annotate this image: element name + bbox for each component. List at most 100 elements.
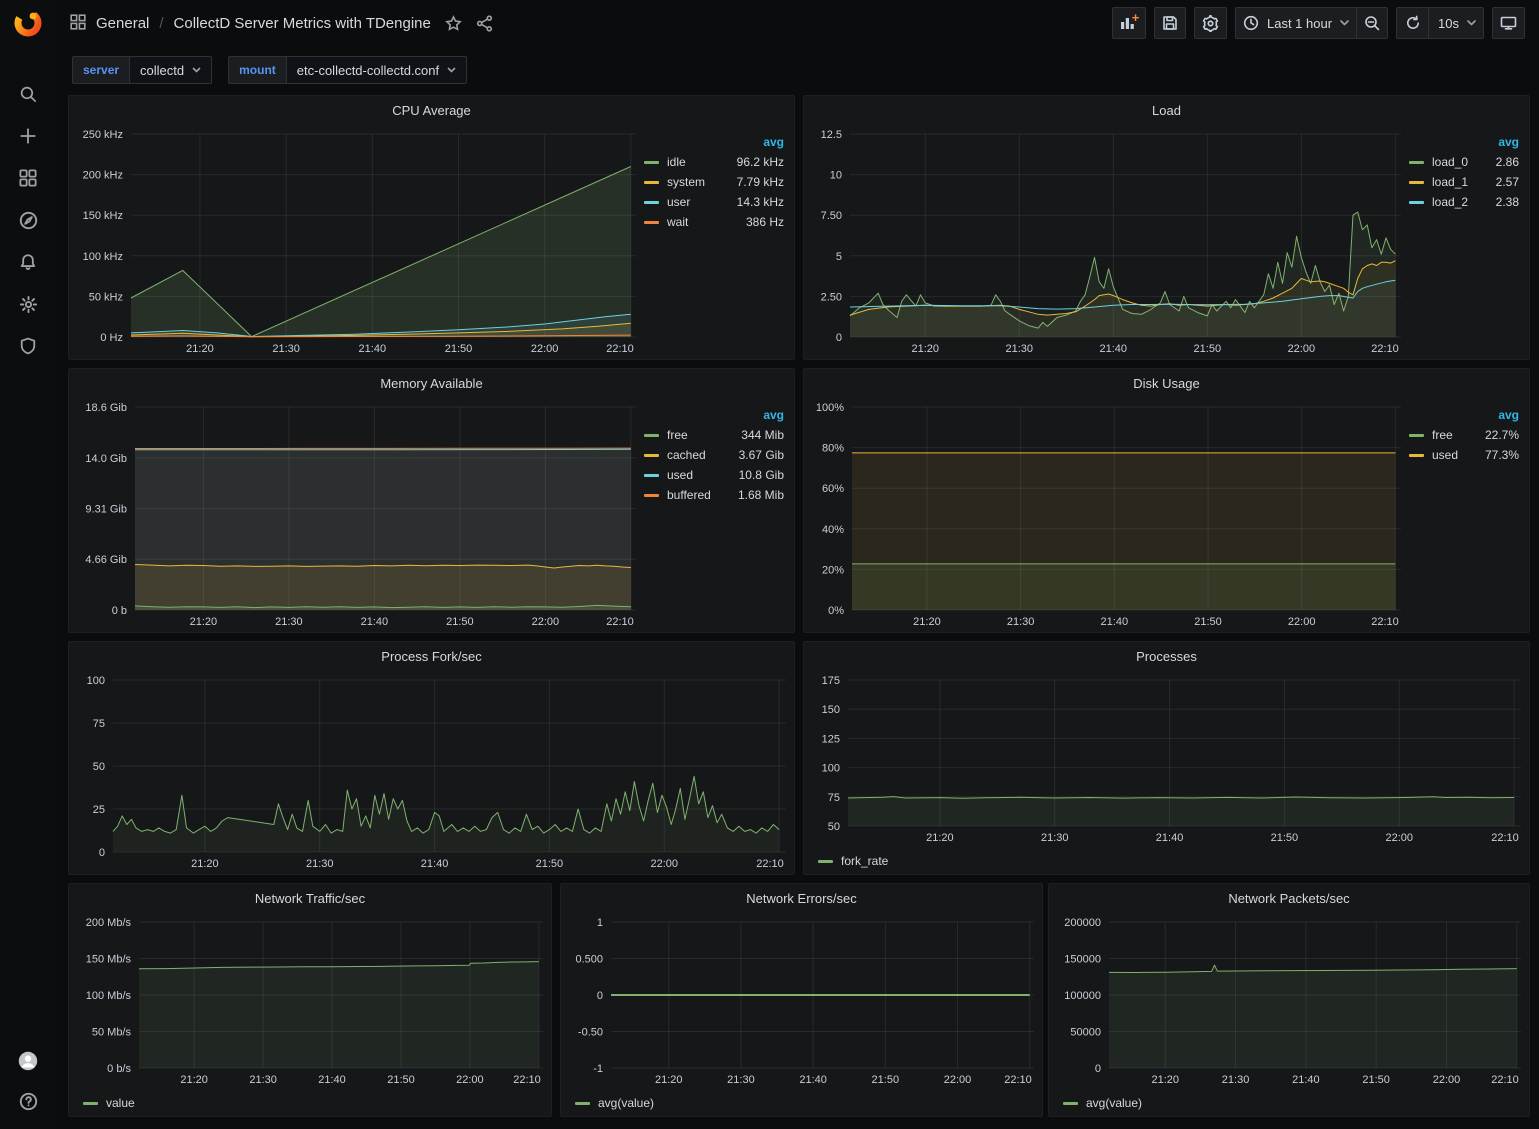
svg-text:0: 0 [836,332,842,344]
time-range-picker[interactable]: Last 1 hour [1235,7,1356,39]
legend-series-fork_rate[interactable]: fork_rate [818,854,888,868]
legend-series-idle[interactable]: idle [644,152,723,172]
panel-title-network-errors[interactable]: Network Errors/sec [561,884,1042,912]
svg-text:21:40: 21:40 [1101,616,1129,628]
time-range-label: Last 1 hour [1267,16,1332,31]
panel-title-memory-available[interactable]: Memory Available [69,369,794,397]
legend-series-user[interactable]: user [644,192,723,212]
search-icon[interactable] [18,84,38,104]
svg-text:22:10: 22:10 [756,858,784,870]
zoom-out-button[interactable] [1356,7,1388,39]
svg-text:21:40: 21:40 [1292,1074,1320,1086]
legend-series-avg(value)[interactable]: avg(value) [1063,1096,1142,1110]
series-color-dash [644,474,659,477]
legend-series-load_0[interactable]: load_0 [1409,152,1488,172]
chart-disk-usage[interactable]: 0%20%40%60%80%100%21:2021:3021:4021:5022… [804,397,1409,632]
chart-memory-available[interactable]: 0 b4.66 Gib9.31 Gib14.0 Gib18.6 Gib21:20… [69,397,644,632]
cycle-view-button[interactable] [1492,7,1525,39]
legend-row: load_02.86 [1409,152,1519,172]
dashboard-grid-icon [70,14,86,33]
svg-text:100: 100 [87,675,105,687]
dashboards-icon[interactable] [18,168,38,188]
chart-cpu-average[interactable]: 0 Hz50 kHz100 kHz150 kHz200 kHz250 kHz21… [69,124,644,359]
refresh-interval-dropdown[interactable]: 10s [1428,7,1484,39]
legend-series-free[interactable]: free [1409,425,1474,445]
svg-text:21:30: 21:30 [306,858,334,870]
chevron-down-icon [447,67,456,73]
legend-series-system[interactable]: system [644,172,723,192]
svg-text:21:30: 21:30 [727,1074,755,1086]
save-dashboard-button[interactable] [1154,7,1186,39]
chevron-down-icon [192,67,201,73]
legend-series-cached[interactable]: cached [644,445,727,465]
legend-series-free[interactable]: free [644,425,727,445]
server-admin-shield-icon[interactable] [18,336,38,356]
svg-text:22:10: 22:10 [513,1074,541,1086]
share-icon[interactable] [476,15,493,32]
svg-text:18.6 Gib: 18.6 Gib [85,402,127,414]
svg-text:21:50: 21:50 [445,343,473,355]
series-color-dash [1409,181,1424,184]
legend-series-used[interactable]: used [644,465,727,485]
breadcrumb-folder[interactable]: General [96,15,149,32]
svg-text:0%: 0% [828,605,844,617]
legend-row: idle96.2 kHz [644,152,784,172]
legend-series-load_1[interactable]: load_1 [1409,172,1488,192]
series-color-dash [575,1102,590,1105]
svg-text:21:30: 21:30 [272,343,300,355]
alerting-bell-icon[interactable] [18,252,38,272]
panel-title-disk-usage[interactable]: Disk Usage [804,369,1529,397]
panel-title-network-traffic[interactable]: Network Traffic/sec [69,884,551,912]
variable-value-server[interactable]: collectd [129,56,212,84]
chart-network-errors[interactable]: -1-0.5000.500121:2021:3021:4021:5022:002… [561,912,1042,1090]
grafana-logo[interactable] [11,6,45,40]
svg-text:22:10: 22:10 [1004,1074,1032,1086]
dashboard-settings-button[interactable] [1194,7,1227,39]
chart-network-packets[interactable]: 05000010000015000020000021:2021:3021:402… [1049,912,1529,1090]
explore-compass-icon[interactable] [18,210,38,230]
help-icon[interactable] [18,1091,38,1111]
legend-series-load_2[interactable]: load_2 [1409,192,1488,212]
legend-series-avg-value: 2.38 [1488,192,1519,212]
chart-network-traffic[interactable]: 0 b/s50 Mb/s100 Mb/s150 Mb/s200 Mb/s21:2… [69,912,551,1090]
series-color-dash [644,221,659,224]
variable-value-mount[interactable]: etc-collectd-collectd.conf [286,56,467,84]
panel-title-network-packets[interactable]: Network Packets/sec [1049,884,1529,912]
legend-series-avg-value: 77.3% [1474,445,1519,465]
legend-series-buffered[interactable]: buffered [644,485,727,505]
panel-cpu-average: CPU Average0 Hz50 kHz100 kHz150 kHz200 k… [68,95,795,360]
legend-series-used[interactable]: used [1409,445,1474,465]
svg-text:200000: 200000 [1064,917,1101,929]
svg-text:200 kHz: 200 kHz [83,170,123,182]
svg-text:21:20: 21:20 [926,832,954,844]
svg-text:0.500: 0.500 [575,954,603,966]
plus-icon[interactable] [18,126,38,146]
dashboard-title[interactable]: CollectD Server Metrics with TDengine [174,15,431,32]
configuration-gear-icon[interactable] [18,294,38,314]
avatar[interactable] [18,1051,38,1071]
panel-title-cpu-average[interactable]: CPU Average [69,96,794,124]
svg-text:21:20: 21:20 [1151,1074,1179,1086]
add-panel-button[interactable]: + [1112,7,1146,39]
chart-processes[interactable]: 507510012515017521:2021:3021:4021:5022:0… [804,670,1529,848]
legend-series-wait[interactable]: wait [644,212,723,232]
panel-processes: Processes507510012515017521:2021:3021:40… [803,641,1530,875]
svg-text:150: 150 [822,704,840,716]
panel-title-processes[interactable]: Processes [804,642,1529,670]
svg-text:22:10: 22:10 [606,616,634,628]
chart-load[interactable]: 02.5057.501012.521:2021:3021:4021:5022:0… [804,124,1409,359]
svg-text:21:50: 21:50 [446,616,474,628]
svg-text:21:40: 21:40 [799,1074,827,1086]
svg-text:50: 50 [828,821,840,833]
star-icon[interactable] [445,15,462,32]
legend-row: wait386 Hz [644,212,784,232]
refresh-button[interactable] [1396,7,1428,39]
panel-title-load[interactable]: Load [804,96,1529,124]
svg-text:22:00: 22:00 [456,1074,484,1086]
chart-process-fork[interactable]: 025507510021:2021:3021:4021:5022:0022:10 [69,670,794,874]
legend-series-avg(value)[interactable]: avg(value) [575,1096,654,1110]
svg-text:21:40: 21:40 [1100,343,1128,355]
panel-network-packets: Network Packets/sec050000100000150000200… [1048,883,1530,1117]
legend-series-value[interactable]: value [83,1096,135,1110]
panel-title-process-fork[interactable]: Process Fork/sec [69,642,794,670]
